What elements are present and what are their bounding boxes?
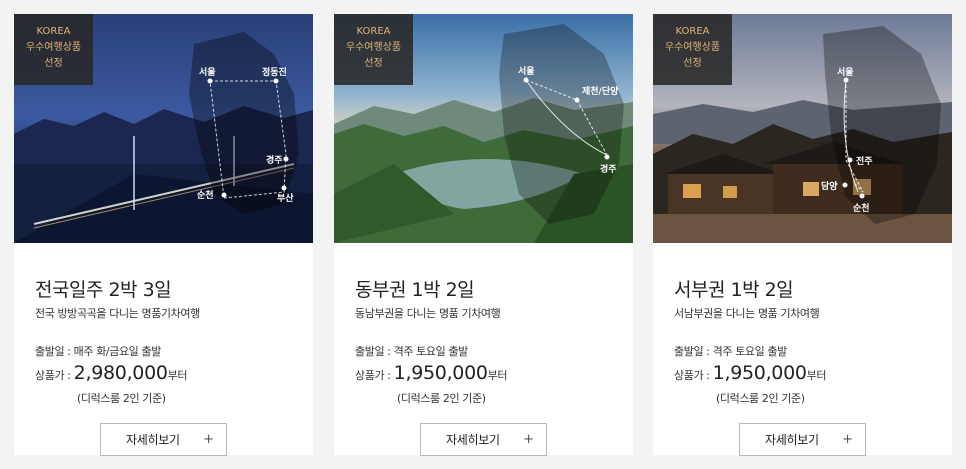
details-button-label: 자세히보기 <box>126 433 180 447</box>
badge-line: 우수여행상품 <box>345 42 402 53</box>
tour-card-west: 서울 전주 담양 순천 KOREA 우수여행상품 선정 서부권 1박 2일 서남… <box>653 14 952 456</box>
tour-title[interactable]: 서부권 1박 2일 <box>674 275 794 302</box>
badge-line: 우수여행상품 <box>664 42 721 53</box>
tour-title[interactable]: 동부권 1박 2일 <box>355 275 475 302</box>
map-city-label: 서울 <box>837 66 854 78</box>
map-city-label: 순천 <box>197 190 214 201</box>
map-city-label: 정동진 <box>262 66 287 78</box>
tour-card-east: 서울 제천/단양 경주 KOREA 우수여행상품 선정 동부권 1박 2일 동남… <box>334 14 633 456</box>
details-button[interactable]: 자세히보기 + <box>420 423 547 456</box>
departure-info: 출발일 : 매주 화/금요일 출발 <box>35 345 161 358</box>
map-city-label: 제천/단양 <box>582 85 619 97</box>
price-label: 상품가 : <box>674 369 713 382</box>
tour-photo-east[interactable]: 서울 제천/단양 경주 KOREA 우수여행상품 선정 <box>334 14 633 243</box>
plus-icon: + <box>842 432 853 447</box>
price-unit: 부터 <box>167 369 188 382</box>
price-row: 상품가 : 1,950,000부터 <box>355 362 508 384</box>
price-amount: 2,980,000 <box>73 362 168 384</box>
tour-photo-west[interactable]: 서울 전주 담양 순천 KOREA 우수여행상품 선정 <box>653 14 952 243</box>
tour-subtitle: 전국 방방곡곡을 다니는 명품기차여행 <box>35 307 200 320</box>
map-city-label: 담양 <box>821 180 838 192</box>
price-label: 상품가 : <box>35 369 74 382</box>
price-row: 상품가 : 1,950,000부터 <box>674 362 827 384</box>
map-city-label: 순천 <box>853 203 870 214</box>
details-button[interactable]: 자세히보기 + <box>100 423 227 456</box>
korea-award-badge: KOREA 우수여행상품 선정 <box>653 14 732 85</box>
badge-line: KOREA <box>675 26 710 37</box>
tour-subtitle: 서남부권을 다니는 명품 기차여행 <box>674 307 820 320</box>
plus-icon: + <box>203 432 214 447</box>
map-city-label: 서울 <box>199 66 216 78</box>
price-note: (디럭스룸 2인 기준) <box>716 392 805 405</box>
price-unit: 부터 <box>487 369 508 382</box>
tour-photo-nationwide[interactable]: 서울 정동진 경주 순천 부산 KOREA 우수여행상품 선정 <box>14 14 313 243</box>
price-unit: 부터 <box>806 369 827 382</box>
details-button[interactable]: 자세히보기 + <box>739 423 866 456</box>
korea-award-badge: KOREA 우수여행상품 선정 <box>334 14 413 85</box>
plus-icon: + <box>523 432 534 447</box>
departure-info: 출발일 : 격주 토요일 출발 <box>355 345 468 358</box>
tour-title[interactable]: 전국일주 2박 3일 <box>35 275 172 302</box>
price-note: (디럭스룸 2인 기준) <box>77 392 166 405</box>
map-city-label: 서울 <box>518 65 535 77</box>
details-button-label: 자세히보기 <box>765 433 819 447</box>
price-label: 상품가 : <box>355 369 394 382</box>
map-city-label: 전주 <box>856 155 873 167</box>
map-city-label: 부산 <box>277 192 294 204</box>
price-amount: 1,950,000 <box>712 362 807 384</box>
badge-line: 선정 <box>683 58 702 69</box>
tour-card-nationwide: 서울 정동진 경주 순천 부산 KOREA 우수여행상품 선정 전국일주 2박 … <box>14 14 313 456</box>
map-city-label: 경주 <box>600 163 617 175</box>
badge-line: 선정 <box>44 58 63 69</box>
badge-line: KOREA <box>356 26 391 37</box>
price-note: (디럭스룸 2인 기준) <box>397 392 486 405</box>
badge-line: KOREA <box>36 26 71 37</box>
details-button-label: 자세히보기 <box>446 433 500 447</box>
tour-subtitle: 동남부권을 다니는 명품 기차여행 <box>355 307 501 320</box>
price-amount: 1,950,000 <box>393 362 488 384</box>
korea-award-badge: KOREA 우수여행상품 선정 <box>14 14 93 85</box>
price-row: 상품가 : 2,980,000부터 <box>35 362 188 384</box>
map-city-label: 경주 <box>266 154 283 166</box>
badge-line: 선정 <box>364 58 383 69</box>
departure-info: 출발일 : 격주 토요일 출발 <box>674 345 787 358</box>
badge-line: 우수여행상품 <box>25 42 82 53</box>
